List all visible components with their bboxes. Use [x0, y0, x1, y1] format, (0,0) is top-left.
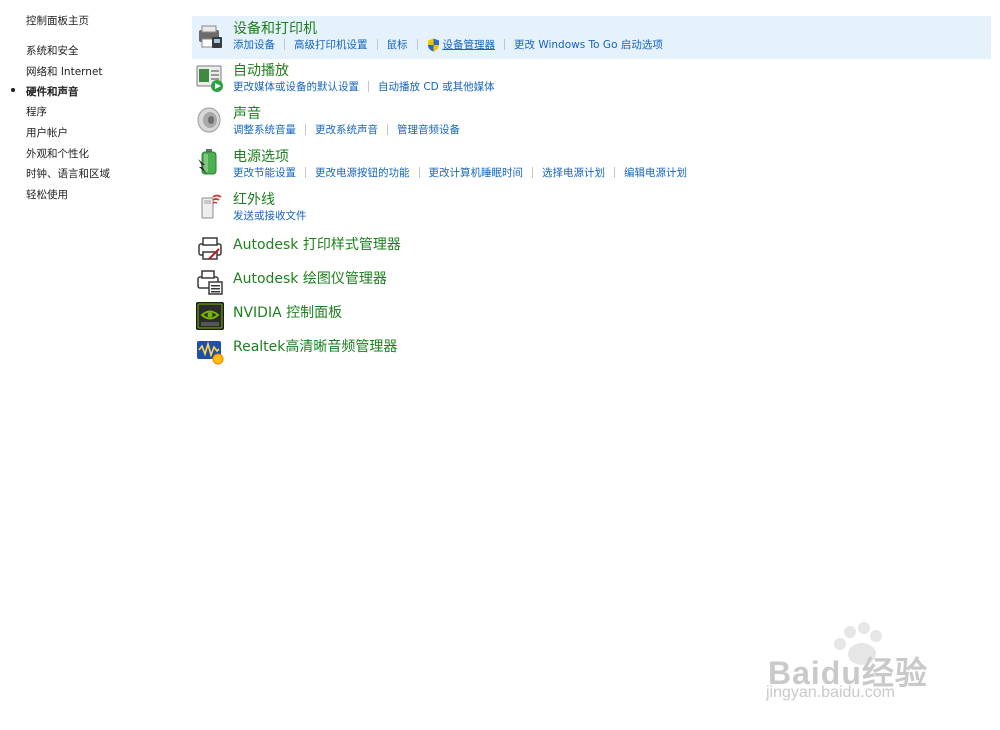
divider — [284, 39, 285, 50]
category-title-devices-printers[interactable]: 设备和打印机 — [233, 18, 317, 38]
link-adjust-volume[interactable]: 调整系统音量 — [233, 122, 296, 137]
link-mouse[interactable]: 鼠标 — [387, 37, 408, 52]
nav-item-appearance[interactable]: 外观和个性化 — [26, 146, 89, 161]
link-power-saving-settings[interactable]: 更改节能设置 — [233, 165, 296, 180]
divider — [504, 39, 505, 50]
category-title-realtek-audio[interactable]: Realtek高清晰音频管理器 — [233, 336, 397, 356]
autodesk-plot-style-icon[interactable] — [195, 233, 225, 263]
watermark-url: jingyan.baidu.com — [766, 684, 895, 701]
category-autoplay: 自动播放 更改媒体或设备的默认设置 自动播放 CD 或其他媒体 — [192, 59, 991, 102]
autoplay-icon[interactable] — [195, 63, 225, 93]
category-title-infrared[interactable]: 红外线 — [233, 189, 275, 209]
uac-shield-icon — [427, 38, 439, 51]
link-add-device[interactable]: 添加设备 — [233, 37, 275, 52]
link-choose-power-plan[interactable]: 选择电源计划 — [542, 165, 605, 180]
link-advanced-printer-setup[interactable]: 高级打印机设置 — [294, 37, 368, 52]
category-realtek-audio: Realtek高清晰音频管理器 — [192, 333, 991, 367]
link-change-media-defaults[interactable]: 更改媒体或设备的默认设置 — [233, 79, 359, 94]
category-autodesk-plot-style: Autodesk 打印样式管理器 — [192, 231, 991, 265]
nav-item-user-accounts[interactable]: 用户帐户 — [26, 125, 68, 140]
link-send-receive-files[interactable]: 发送或接收文件 — [233, 208, 307, 223]
nav-item-ease-of-access[interactable]: 轻松使用 — [26, 187, 68, 202]
category-autodesk-plotter: Autodesk 绘图仪管理器 — [192, 265, 991, 299]
realtek-audio-icon[interactable] — [195, 336, 225, 366]
link-power-button-function[interactable]: 更改电源按钮的功能 — [315, 165, 410, 180]
divider — [368, 81, 369, 92]
divider — [614, 167, 615, 178]
divider — [305, 124, 306, 135]
category-links-infrared: 发送或接收文件 — [233, 208, 307, 223]
divider — [416, 39, 418, 50]
nav-item-network-internet[interactable]: 网络和 Internet — [26, 64, 103, 79]
link-device-manager[interactable]: 设备管理器 — [443, 37, 496, 52]
printer-device-icon[interactable] — [195, 22, 225, 52]
divider — [418, 167, 420, 178]
link-autoplay-cd[interactable]: 自动播放 CD 或其他媒体 — [378, 79, 495, 94]
nav-item-hardware-sound[interactable]: 硬件和声音 — [26, 84, 79, 99]
category-links-sound: 调整系统音量 更改系统声音 管理音频设备 — [233, 122, 460, 137]
autodesk-plotter-icon[interactable] — [195, 267, 225, 297]
nav-item-system-security[interactable]: 系统和安全 — [26, 43, 79, 58]
nvidia-icon[interactable] — [195, 301, 225, 331]
link-edit-power-plan[interactable]: 编辑电源计划 — [624, 165, 687, 180]
link-manage-audio-devices[interactable]: 管理音频设备 — [397, 122, 460, 137]
battery-power-icon[interactable] — [195, 147, 225, 177]
divider — [387, 124, 388, 135]
divider — [532, 167, 533, 178]
category-power-options: 电源选项 更改节能设置 更改电源按钮的功能 更改计算机睡眠时间 选择电源计划 编… — [192, 145, 991, 188]
infrared-icon[interactable] — [195, 190, 225, 220]
link-windows-to-go[interactable]: 更改 Windows To Go 启动选项 — [514, 37, 663, 52]
category-title-nvidia[interactable]: NVIDIA 控制面板 — [233, 302, 342, 322]
nav-item-clock-region[interactable]: 时钟、语言和区域 — [26, 166, 110, 181]
category-devices-printers: 设备和打印机 添加设备 高级打印机设置 鼠标 设备管理器 更改 Windows … — [192, 16, 991, 59]
nav-home-link[interactable]: 控制面板主页 — [26, 13, 89, 28]
category-title-autoplay[interactable]: 自动播放 — [233, 60, 289, 80]
link-sleep-time[interactable]: 更改计算机睡眠时间 — [429, 165, 524, 180]
divider — [376, 39, 378, 50]
link-change-system-sounds[interactable]: 更改系统声音 — [315, 122, 378, 137]
category-title-sound[interactable]: 声音 — [233, 103, 261, 123]
category-nvidia: NVIDIA 控制面板 — [192, 299, 991, 333]
category-title-autodesk-plot-style[interactable]: Autodesk 打印样式管理器 — [233, 234, 401, 254]
current-bullet — [11, 88, 15, 92]
category-sound: 声音 调整系统音量 更改系统声音 管理音频设备 — [192, 102, 991, 145]
speaker-icon[interactable] — [195, 105, 225, 135]
divider — [305, 167, 306, 178]
nav-item-programs[interactable]: 程序 — [26, 104, 47, 119]
category-links-autoplay: 更改媒体或设备的默认设置 自动播放 CD 或其他媒体 — [233, 79, 495, 94]
category-title-autodesk-plotter[interactable]: Autodesk 绘图仪管理器 — [233, 268, 387, 288]
category-links-devices-printers: 添加设备 高级打印机设置 鼠标 设备管理器 更改 Windows To Go 启… — [233, 37, 663, 52]
category-infrared: 红外线 发送或接收文件 — [192, 188, 991, 231]
category-title-power-options[interactable]: 电源选项 — [233, 146, 289, 166]
category-links-power-options: 更改节能设置 更改电源按钮的功能 更改计算机睡眠时间 选择电源计划 编辑电源计划 — [233, 165, 687, 180]
